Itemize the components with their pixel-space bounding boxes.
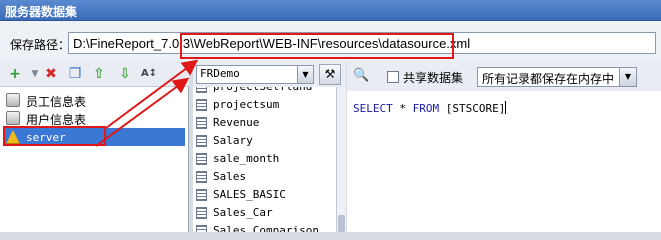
window-title: 服务器数据集 xyxy=(5,5,78,19)
table-icon xyxy=(196,87,207,93)
table-name: Revenue xyxy=(213,116,260,129)
scrollbar-thumb[interactable] xyxy=(338,215,345,232)
sort-icon[interactable]: A↕ xyxy=(140,65,158,83)
table-name: Sales_Car xyxy=(213,206,273,219)
table-icon xyxy=(196,171,207,183)
sql-editor[interactable]: SELECT * FROM [STSCORE] xyxy=(353,101,507,115)
move-down-icon[interactable]: ⇩ xyxy=(116,65,134,83)
text-caret xyxy=(505,101,507,114)
table-icon xyxy=(196,153,207,165)
table-icon xyxy=(196,225,207,232)
save-mode-select[interactable]: 所有记录都保存在内存中 ▼ xyxy=(477,67,637,87)
connection-value: FRDemo xyxy=(200,67,240,80)
table-toolbar: FRDemo ▼ ⚒ xyxy=(193,61,346,87)
table-list: projectSelfland projectsum Revenue Salar… xyxy=(193,87,336,232)
table-icon xyxy=(196,207,207,219)
chevron-down-icon[interactable]: ▼ xyxy=(619,68,636,86)
tools-icon: ⚒ xyxy=(324,67,336,81)
table-name: Sales xyxy=(213,170,247,183)
table-row[interactable]: SALES_BASIC xyxy=(193,186,336,204)
connection-settings-button[interactable]: ⚒ xyxy=(319,64,341,85)
table-icon xyxy=(196,99,207,111)
table-row[interactable]: projectSelfland xyxy=(193,87,336,96)
table-name: sale_month xyxy=(213,152,280,165)
share-dataset-checkbox[interactable] xyxy=(387,71,399,83)
chevron-down-icon[interactable]: ▼ xyxy=(297,66,313,83)
table-name: Salary xyxy=(213,134,253,147)
copy-icon[interactable]: ❐ xyxy=(66,65,84,83)
table-row[interactable]: Sales_Comparison xyxy=(193,222,336,232)
table-row[interactable]: Revenue xyxy=(193,114,336,132)
title-bar: 服务器数据集 xyxy=(0,0,661,21)
save-mode-value: 所有记录都保存在内存中 xyxy=(482,72,615,86)
tree-item-user-info[interactable]: 用户信息表 xyxy=(4,109,185,127)
table-name: projectsum xyxy=(213,98,280,111)
database-icon xyxy=(6,111,20,125)
dataset-panel: + ▼ ✖ ❐ ⇧ ⇩ A↕ 员工信息表 用户信息表 server xyxy=(0,61,189,232)
dataset-toolbar: + ▼ ✖ ❐ ⇧ ⇩ A↕ xyxy=(0,61,189,87)
query-toolbar: 🔍 共享数据集 所有记录都保存在内存中 ▼ xyxy=(347,61,661,91)
preview-icon[interactable]: 🔍 xyxy=(353,68,369,84)
table-panel: FRDemo ▼ ⚒ projectSelfland projectsum Re… xyxy=(193,61,346,232)
sql-star: * xyxy=(392,102,413,115)
query-panel: 🔍 共享数据集 所有记录都保存在内存中 ▼ SELECT * FROM [STS… xyxy=(347,61,661,232)
share-dataset-label: 共享数据集 xyxy=(403,71,464,85)
sql-keyword-select: SELECT xyxy=(353,102,393,115)
table-row[interactable]: Sales_Car xyxy=(193,204,336,222)
table-name: SALES_BASIC xyxy=(213,188,286,201)
table-icon xyxy=(196,117,207,129)
path-highlight-box xyxy=(180,33,454,59)
save-path-label: 保存路径： xyxy=(10,38,71,52)
delete-icon[interactable]: ✖ xyxy=(42,65,60,83)
table-row[interactable]: Salary xyxy=(193,132,336,150)
table-icon xyxy=(196,135,207,147)
database-icon xyxy=(6,93,20,107)
table-list-scrollbar[interactable] xyxy=(336,87,346,232)
tree-item-label: 员工信息表 xyxy=(26,95,87,109)
server-highlight-box xyxy=(3,126,106,146)
move-up-icon[interactable]: ⇧ xyxy=(90,65,108,83)
sql-table-name: [STSCORE] xyxy=(439,102,506,115)
table-row[interactable]: sale_month xyxy=(193,150,336,168)
table-row[interactable]: Sales xyxy=(193,168,336,186)
tree-item-employee-info[interactable]: 员工信息表 xyxy=(4,91,185,109)
table-row[interactable]: projectsum xyxy=(193,96,336,114)
table-icon xyxy=(196,189,207,201)
table-name: projectSelfland xyxy=(213,87,312,93)
table-name: Sales_Comparison xyxy=(213,224,319,232)
sql-keyword-from: FROM xyxy=(412,102,440,115)
connection-select[interactable]: FRDemo ▼ xyxy=(196,65,314,84)
add-icon[interactable]: + xyxy=(6,65,24,83)
